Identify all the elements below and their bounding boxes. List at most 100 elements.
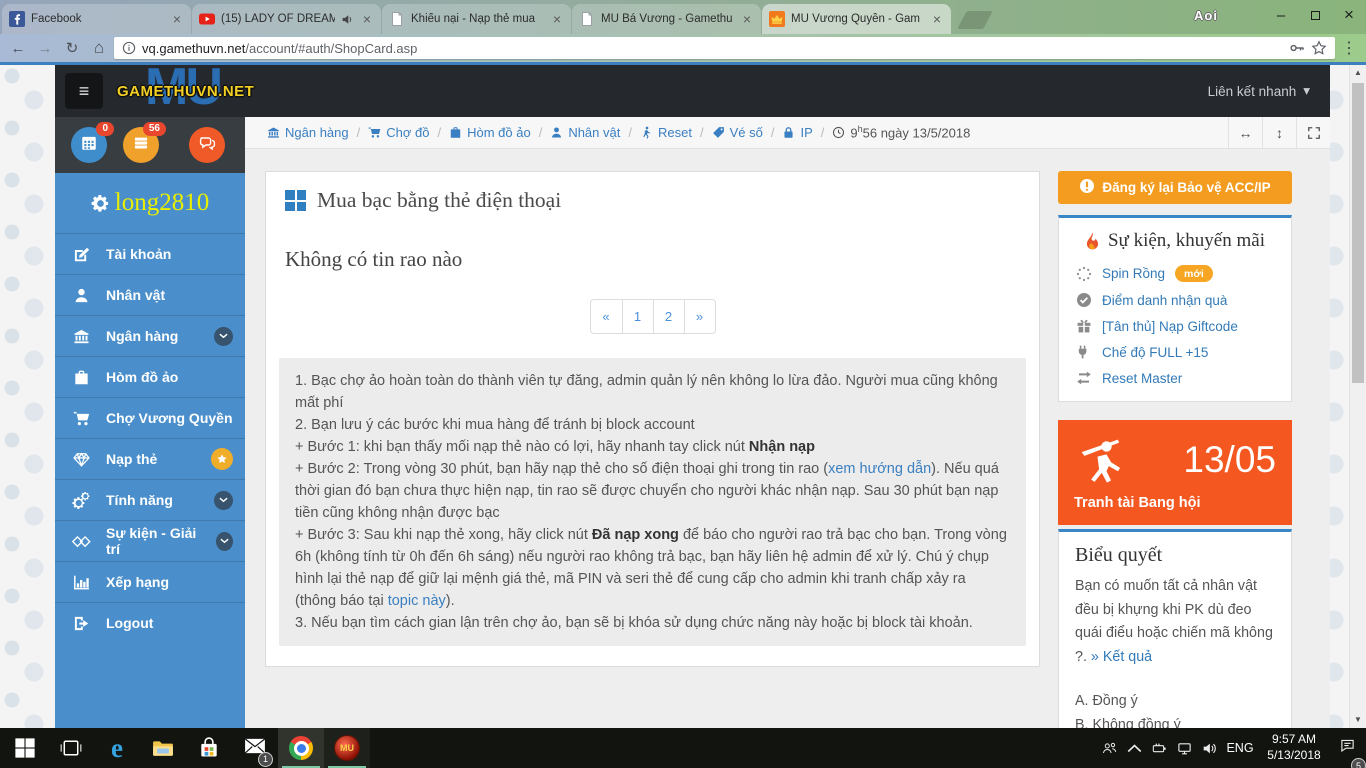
sidebar-item-label: Ngân hàng — [106, 328, 178, 344]
breadcrumb-link[interactable]: Ngân hàng — [267, 125, 349, 140]
browser-menu-icon[interactable]: ⋮ — [1338, 38, 1360, 58]
sidebar-item-cart[interactable]: Chợ Vương Quyền — [55, 397, 245, 438]
home-icon[interactable]: ⌂ — [87, 38, 111, 58]
sidebar-item-edit[interactable]: Tài khoản — [55, 233, 245, 274]
event-date: 13/05 — [1183, 439, 1276, 481]
battery-icon[interactable] — [1147, 728, 1172, 768]
event-label: Spin Rồng — [1102, 266, 1165, 281]
address-bar[interactable]: vq.gamethuvn.net/account/#auth/ShopCard.… — [114, 37, 1335, 59]
hamburger-menu-button[interactable]: ≡ — [65, 73, 103, 109]
breadcrumb-separator: / — [539, 125, 543, 140]
sidebar-item-logout[interactable]: Logout — [55, 602, 245, 643]
clock[interactable]: 9:57 AM 5/13/2018 — [1258, 732, 1330, 763]
site-logo[interactable]: MU GAMETHUVN.NET — [115, 65, 285, 117]
mu-game-button[interactable]: MU — [324, 728, 370, 768]
sidebar-item-bank[interactable]: Ngân hàng — [55, 315, 245, 356]
action-center-button[interactable]: 5 — [1330, 728, 1364, 768]
breadcrumb-link[interactable]: Reset — [640, 125, 692, 140]
event-banner[interactable]: 13/05 Tranh tài Bang hội — [1058, 420, 1292, 525]
clock-time: 9:57 AM — [1272, 732, 1316, 746]
chevron-down-icon[interactable] — [214, 491, 233, 510]
messages-button[interactable]: 56 — [123, 127, 159, 163]
tab-close-icon[interactable]: × — [740, 12, 754, 26]
tab-close-icon[interactable]: × — [930, 12, 944, 26]
new-tab-button[interactable] — [957, 11, 993, 29]
browser-tab[interactable]: Facebook× — [2, 4, 191, 34]
scroll-down-arrow[interactable]: ▼ — [1350, 712, 1366, 728]
event-link[interactable]: Chế độ FULL +15 — [1072, 339, 1278, 365]
chevron-down-icon[interactable] — [216, 532, 233, 551]
browser-tab[interactable]: MU Bá Vương - Gamethu× — [572, 4, 761, 34]
back-icon[interactable]: ← — [6, 40, 30, 57]
breadcrumb-link[interactable]: Vé số — [712, 125, 763, 140]
browser-tab[interactable]: (15) LADY OF DREAM× — [192, 4, 381, 34]
pagination-page-1[interactable]: 1 — [622, 300, 653, 333]
page-scrollbar[interactable]: ▲ ▼ — [1349, 65, 1366, 728]
tab-close-icon[interactable]: × — [360, 12, 374, 26]
event-link[interactable]: [Tân thủ] Nạp Giftcode — [1072, 313, 1278, 339]
list-icon — [132, 134, 150, 157]
network-icon[interactable] — [1172, 728, 1197, 768]
tab-close-icon[interactable]: × — [170, 12, 184, 26]
volume-icon[interactable] — [1197, 728, 1222, 768]
reload-icon[interactable]: ↻ — [60, 39, 84, 57]
scroll-up-arrow[interactable]: ▲ — [1350, 65, 1366, 81]
store-button[interactable] — [186, 728, 232, 768]
breadcrumb-link[interactable]: Nhân vật — [550, 125, 620, 140]
event-link[interactable]: Spin Rồngmới — [1072, 260, 1278, 287]
protect-account-button[interactable]: Đăng ký lại Bảo vệ ACC/IP — [1058, 171, 1292, 204]
inline-link[interactable]: topic này — [388, 593, 446, 609]
pagination-next[interactable]: » — [684, 300, 715, 333]
warrior-icon — [1074, 434, 1130, 486]
minimize-button[interactable]: – — [1264, 1, 1298, 29]
browser-profile-name[interactable]: Aoi — [1194, 8, 1218, 23]
mail-button[interactable]: 1 — [232, 728, 278, 768]
pagination-prev[interactable]: « — [591, 300, 622, 333]
event-link[interactable]: Reset Master — [1072, 365, 1278, 391]
restore-button[interactable] — [1298, 1, 1332, 29]
close-button[interactable]: × — [1332, 1, 1366, 29]
start-button[interactable] — [2, 728, 48, 768]
tray-chevron-up-icon[interactable] — [1122, 728, 1147, 768]
inline-link[interactable]: xem hướng dẫn — [828, 461, 931, 477]
chrome-button[interactable] — [278, 728, 324, 768]
event-link[interactable]: Điểm danh nhận quà — [1072, 287, 1278, 313]
quick-links-dropdown[interactable]: Liên kết nhanh ▾ — [1208, 83, 1310, 99]
forward-icon[interactable]: → — [33, 40, 57, 57]
breadcrumb-link[interactable]: Chợ đồ — [368, 125, 429, 140]
resize-vertical-icon[interactable]: ↕ — [1262, 117, 1296, 148]
tab-audio-icon[interactable] — [341, 13, 354, 26]
task-view-button[interactable] — [48, 728, 94, 768]
people-icon[interactable] — [1097, 728, 1122, 768]
edge-button[interactable]: e — [94, 728, 140, 768]
sidebar-item-chart[interactable]: Xếp hạng — [55, 561, 245, 602]
file-explorer-button[interactable] — [140, 728, 186, 768]
key-icon[interactable] — [1289, 40, 1305, 56]
language-indicator[interactable]: ENG — [1222, 741, 1258, 755]
browser-tab[interactable]: Khiếu nại - Nạp thẻ mua× — [382, 4, 571, 34]
scrollbar-thumb[interactable] — [1352, 83, 1364, 383]
sidebar-item-briefcase[interactable]: Hòm đồ ảo — [55, 356, 245, 397]
poll-result-link[interactable]: » Kết quả — [1091, 649, 1152, 665]
sidebar-item-event[interactable]: Sự kiện - Giải trí — [55, 520, 245, 561]
sidebar-item-diamond[interactable]: Nạp thẻ — [55, 438, 245, 479]
breadcrumb-bar: Ngân hàng/Chợ đồ/Hòm đồ ảo/Nhân vật/Rese… — [245, 117, 1330, 149]
site-info-icon[interactable] — [122, 41, 136, 55]
breadcrumb-link[interactable]: IP — [782, 125, 812, 140]
gift-icon — [1076, 318, 1092, 334]
sidebar-username[interactable]: long2810 — [55, 173, 245, 233]
fullscreen-icon[interactable] — [1296, 117, 1330, 148]
breadcrumb-link[interactable]: Hòm đồ ảo — [449, 125, 531, 140]
tab-close-icon[interactable]: × — [550, 12, 564, 26]
resize-horizontal-icon[interactable]: ↔ — [1228, 117, 1262, 148]
sidebar-item-label: Tài khoản — [106, 246, 171, 262]
calendar-button[interactable]: 0 — [71, 127, 107, 163]
browser-tab[interactable]: MU Vương Quyền - Gam× — [762, 4, 951, 34]
bookmark-star-icon[interactable] — [1311, 40, 1327, 56]
pagination-page-2[interactable]: 2 — [653, 300, 684, 333]
sidebar-item-gears[interactable]: Tính năng — [55, 479, 245, 520]
sidebar-item-user[interactable]: Nhân vật — [55, 274, 245, 315]
chat-button[interactable] — [189, 127, 225, 163]
sidebar-item-label: Sự kiện - Giải trí — [106, 525, 201, 557]
chevron-down-icon[interactable] — [214, 327, 233, 346]
